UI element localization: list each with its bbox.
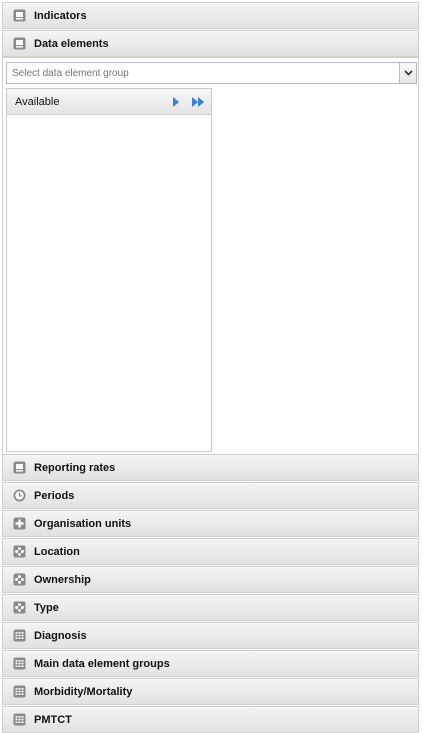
accordion-label: Organisation units — [34, 517, 132, 530]
chevron-down-icon[interactable] — [399, 63, 416, 83]
accordion-header-organisation-units[interactable]: Organisation units — [2, 510, 419, 537]
double-arrow-right-icon[interactable] — [191, 96, 205, 108]
accordion-header-morbidity-mortality[interactable]: Morbidity/Mortality — [2, 678, 419, 705]
available-title: Available — [15, 95, 60, 108]
accordion-label: Main data element groups — [34, 657, 170, 670]
grid-icon — [13, 657, 26, 670]
data-element-group-input[interactable] — [7, 63, 397, 83]
accordion-header-type[interactable]: Type — [2, 594, 419, 621]
monitor-icon — [13, 461, 26, 474]
available-list-header: Available — [7, 89, 211, 115]
accordion-header-pmtct[interactable]: PMTCT — [2, 706, 419, 733]
accordion-header-main-data-element-groups[interactable]: Main data element groups — [2, 650, 419, 677]
accordion-label: Diagnosis — [34, 629, 87, 642]
accordion-header-ownership[interactable]: Ownership — [2, 566, 419, 593]
accordion-label: Ownership — [34, 573, 91, 586]
clock-icon — [13, 489, 26, 502]
plus-icon — [13, 517, 26, 530]
accordion-header-reporting-rates[interactable]: Reporting rates — [2, 454, 419, 481]
cluster-icon — [13, 573, 26, 586]
grid-icon — [13, 685, 26, 698]
available-list[interactable]: Available — [6, 88, 212, 452]
arrow-right-icon[interactable] — [169, 96, 183, 108]
monitor-icon — [13, 37, 26, 50]
grid-icon — [13, 713, 26, 726]
grid-icon — [13, 629, 26, 642]
accordion-label: Morbidity/Mortality — [34, 685, 133, 698]
accordion-header-data-elements[interactable]: Data elements — [2, 30, 419, 57]
cluster-icon — [13, 601, 26, 614]
accordion-label: Reporting rates — [34, 461, 116, 474]
data-element-group-select[interactable] — [6, 62, 417, 84]
accordion-header-periods[interactable]: Periods — [2, 482, 419, 509]
accordion-label: PMTCT — [34, 713, 72, 726]
accordion-header-indicators[interactable]: Indicators — [2, 2, 419, 29]
monitor-icon — [13, 9, 26, 22]
accordion-header-diagnosis[interactable]: Diagnosis — [2, 622, 419, 649]
accordion-label: Data elements — [34, 37, 109, 50]
accordion-label: Location — [34, 545, 80, 558]
accordion-header-location[interactable]: Location — [2, 538, 419, 565]
accordion-label: Periods — [34, 489, 75, 502]
accordion-label: Type — [34, 601, 59, 614]
accordion-label: Indicators — [34, 9, 87, 22]
cluster-icon — [13, 545, 26, 558]
